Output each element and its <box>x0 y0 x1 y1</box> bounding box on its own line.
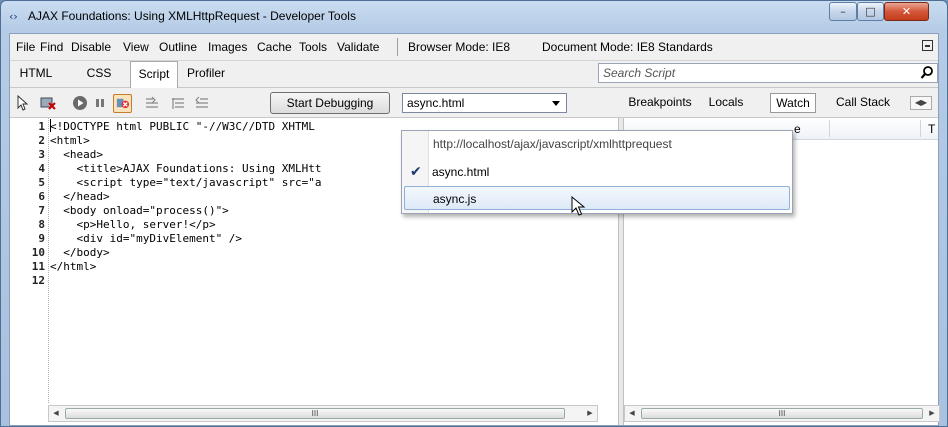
search-script-box <box>598 63 938 83</box>
selected-script-file: async.html <box>407 96 465 110</box>
column-separator <box>829 120 830 137</box>
continue-icon[interactable] <box>72 95 88 111</box>
line-number: 10 <box>31 246 45 259</box>
dropdown-url-header: http://localhost/ajax/javascript/xmlhttp… <box>433 137 672 151</box>
source-horizontal-scrollbar[interactable]: ◀ III ▶ <box>48 405 598 422</box>
script-toolbar: Start Debugging async.html Breakpoints L… <box>10 88 938 118</box>
tab-html[interactable]: HTML <box>14 61 58 87</box>
select-element-icon[interactable] <box>15 94 31 111</box>
client-area: File Find Disable View Outline Images Ca… <box>9 33 940 426</box>
maximize-icon: □ <box>865 5 876 18</box>
step-into-icon[interactable] <box>144 95 160 111</box>
scrollbar-thumb[interactable]: III <box>65 408 565 419</box>
devtools-window: ‹› AJAX Foundations: Using XMLHttpReques… <box>0 0 948 427</box>
clear-browser-icon[interactable] <box>40 95 56 111</box>
tab-locals[interactable]: Locals <box>704 93 748 113</box>
menu-cache[interactable]: Cache <box>257 40 292 54</box>
menu-validate[interactable]: Validate <box>337 40 379 54</box>
collapse-icon[interactable] <box>922 40 933 51</box>
line-number: 9 <box>38 232 45 245</box>
maximize-button[interactable]: □ <box>857 2 884 21</box>
dropdown-arrow-icon <box>552 101 560 106</box>
pause-icon[interactable] <box>92 95 108 111</box>
line-number: 5 <box>38 176 45 189</box>
menu-find[interactable]: Find <box>40 40 63 54</box>
scroll-tabs-icon[interactable]: ◀▶ <box>910 96 932 110</box>
code-line: <html> <box>50 134 90 147</box>
code-line: <div id="myDivElement" /> <box>50 232 243 245</box>
tab-script[interactable]: Script <box>130 61 178 88</box>
line-number-gutter: 1 2 3 4 5 6 7 8 9 10 11 12 <box>10 118 49 403</box>
script-file-dropdown: http://localhost/ajax/javascript/xmlhttp… <box>401 130 793 214</box>
dropdown-item-async-js[interactable]: async.js <box>404 186 790 210</box>
line-number: 6 <box>38 190 45 203</box>
dropdown-item-async-html[interactable]: ✔ async.html <box>404 160 790 184</box>
tab-bar: HTML CSS Script Profiler <box>10 61 938 88</box>
code-line: <body onload="process()"> <box>50 204 229 217</box>
scroll-left-icon[interactable]: ◀ <box>49 406 63 421</box>
tab-css[interactable]: CSS <box>82 61 116 87</box>
menu-outline[interactable]: Outline <box>159 40 197 54</box>
tab-call-stack[interactable]: Call Stack <box>834 93 892 113</box>
tab-profiler[interactable]: Profiler <box>181 61 231 87</box>
minimize-icon: – <box>840 5 846 18</box>
scroll-right-icon[interactable]: ▶ <box>583 406 597 421</box>
line-number: 1 <box>38 120 45 133</box>
break-on-error-icon[interactable] <box>113 94 132 113</box>
start-debugging-button[interactable]: Start Debugging <box>270 92 390 114</box>
menu-bar: File Find Disable View Outline Images Ca… <box>10 34 938 61</box>
dropdown-item-label: async.js <box>433 192 477 206</box>
menu-separator <box>397 38 398 56</box>
code-line: <p>Hello, server!</p> <box>50 218 216 231</box>
line-number: 8 <box>38 218 45 231</box>
menu-view[interactable]: View <box>123 40 149 54</box>
title-bar[interactable]: ‹› AJAX Foundations: Using XMLHttpReques… <box>1 1 947 33</box>
mouse-pointer-icon <box>571 196 586 216</box>
code-line: </head> <box>50 190 110 203</box>
line-number: 3 <box>38 148 45 161</box>
code-line: </body> <box>50 246 110 259</box>
scroll-right-icon[interactable]: ▶ <box>925 406 939 421</box>
menu-file[interactable]: File <box>16 40 35 54</box>
line-number: 4 <box>38 162 45 175</box>
line-number: 7 <box>38 204 45 217</box>
developer-tools-icon: ‹› <box>9 10 18 23</box>
search-input[interactable] <box>603 65 913 81</box>
code-line: <head> <box>50 148 103 161</box>
close-icon: ✕ <box>901 5 912 18</box>
script-file-select[interactable]: async.html <box>402 93 567 113</box>
document-mode-menu[interactable]: Document Mode: IE8 Standards <box>542 40 713 54</box>
code-line: <title>AJAX Foundations: Using XMLHtt <box>50 162 322 175</box>
line-number: 11 <box>31 260 45 273</box>
scroll-left-icon[interactable]: ◀ <box>625 406 639 421</box>
browser-mode-menu[interactable]: Browser Mode: IE8 <box>408 40 510 54</box>
step-over-icon[interactable] <box>170 95 186 111</box>
line-number: 12 <box>31 274 45 287</box>
column-separator <box>920 120 921 137</box>
window-title: AJAX Foundations: Using XMLHttpRequest -… <box>28 9 356 23</box>
scrollbar-thumb[interactable]: III <box>641 408 923 419</box>
tab-watch[interactable]: Watch <box>770 93 816 113</box>
tab-breakpoints[interactable]: Breakpoints <box>625 93 695 113</box>
column-header-type[interactable]: T <box>928 122 935 136</box>
line-number: 2 <box>38 134 45 147</box>
menu-disable[interactable]: Disable <box>71 40 111 54</box>
code-line: <!DOCTYPE html PUBLIC "-//W3C//DTD XHTML <box>50 120 315 133</box>
minimize-button[interactable]: – <box>829 2 857 21</box>
dropdown-item-label: async.html <box>432 165 490 179</box>
step-out-icon[interactable] <box>194 95 210 111</box>
code-line: <script type="text/javascript" src="a <box>50 176 322 189</box>
watch-horizontal-scrollbar[interactable]: ◀ III ▶ <box>624 405 940 422</box>
search-icon[interactable] <box>920 65 934 81</box>
checkmark-icon: ✔ <box>410 164 422 180</box>
code-line: </html> <box>50 260 97 273</box>
menu-images[interactable]: Images <box>208 40 247 54</box>
menu-tools[interactable]: Tools <box>299 40 327 54</box>
column-header-value[interactable]: e <box>794 122 801 136</box>
close-button[interactable]: ✕ <box>884 2 929 21</box>
